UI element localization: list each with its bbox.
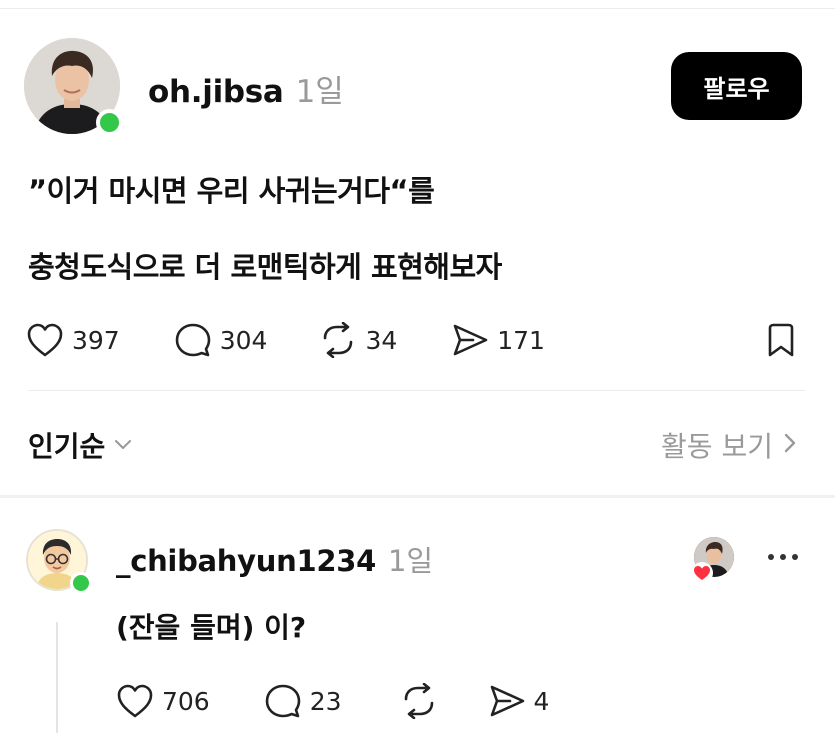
more-options-button[interactable] (765, 548, 801, 567)
comment-icon (174, 322, 212, 358)
post-text-line-1: ”이거 마시면 우리 사귀는거다“를 (28, 174, 435, 208)
repost-count: 34 (365, 325, 398, 355)
view-activity-link[interactable]: 활동 보기 (661, 425, 797, 465)
comment-text: (잔을 들며) 이? (116, 611, 307, 644)
post-actions: 397 304 34 171 (26, 322, 545, 358)
comment-reply-button[interactable]: 23 (264, 683, 342, 719)
commenter-username[interactable]: _chibahyun1234 (116, 544, 376, 578)
threads-post-page: oh.jibsa 1일 팔로우 ”이거 마시면 우리 사귀는거다“를 충청도식으… (0, 0, 835, 733)
repost-button[interactable]: 34 (319, 322, 397, 358)
chevron-down-icon (113, 436, 133, 455)
share-count: 171 (497, 325, 545, 355)
share-icon (488, 683, 526, 719)
comment-like-button[interactable]: 706 (116, 683, 210, 719)
comment-share-count: 4 (533, 686, 550, 716)
share-button[interactable]: 171 (451, 322, 545, 358)
comment-icon (264, 683, 302, 719)
author-avatar[interactable] (24, 38, 123, 136)
chevron-right-icon (783, 432, 797, 458)
heart-icon (116, 683, 154, 719)
post-header: oh.jibsa 1일 (148, 66, 344, 111)
activity-label: 활동 보기 (661, 430, 773, 463)
comment-timestamp: 1일 (387, 544, 434, 578)
comment-header: _chibahyun1234 1일 (116, 538, 433, 580)
commenter-avatar[interactable] (26, 529, 92, 594)
thread-line (56, 622, 58, 733)
like-button[interactable]: 397 (26, 322, 120, 358)
like-count: 397 (72, 325, 120, 355)
comment-share-button[interactable]: 4 (488, 683, 550, 719)
follow-button[interactable]: 팔로우 (671, 52, 802, 120)
commenter-online-dot (70, 572, 92, 594)
sort-dropdown[interactable]: 인기순 (28, 425, 133, 465)
bookmark-icon (766, 323, 796, 362)
comments-divider (0, 495, 835, 498)
author-liked-badge (691, 537, 738, 584)
repost-icon (400, 683, 438, 719)
heart-icon (26, 322, 64, 358)
post-timestamp: 1일 (295, 74, 344, 110)
share-icon (451, 322, 489, 358)
comment-repost-button[interactable] (400, 683, 438, 719)
section-divider (28, 390, 805, 391)
comment-reply-count: 23 (309, 686, 342, 716)
sort-label: 인기순 (28, 430, 106, 463)
author-username[interactable]: oh.jibsa (148, 74, 284, 110)
more-icon (765, 548, 801, 567)
post-text-line-2: 충청도식으로 더 로맨틱하게 표현해보자 (28, 250, 502, 284)
comment-actions: 706 23 4 (116, 683, 549, 719)
comment-like-count: 706 (162, 686, 210, 716)
comment-button[interactable]: 304 (174, 322, 268, 358)
comment-count: 304 (219, 325, 268, 355)
repost-icon (319, 322, 357, 358)
top-divider (0, 8, 835, 9)
bookmark-button[interactable] (766, 322, 796, 362)
online-status-dot (96, 109, 123, 136)
heart-icon (691, 562, 713, 584)
